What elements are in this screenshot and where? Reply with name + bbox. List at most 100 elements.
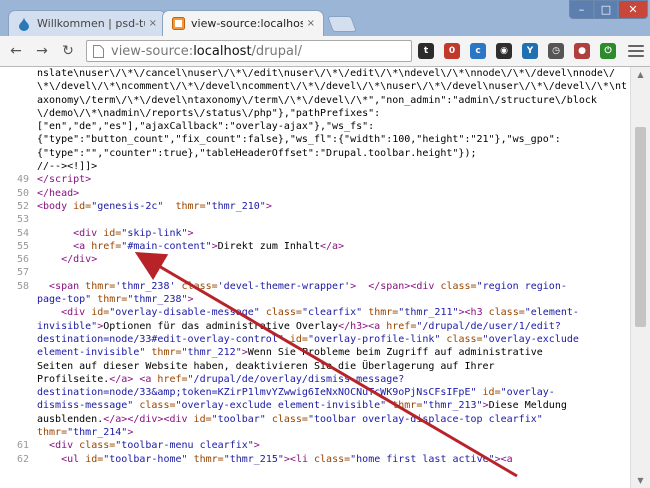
line-code: ["en","de","es"],"ajaxCallback":"overlay… (37, 121, 375, 133)
source-line: \*\/devel\/\*\ncomment\/\*\/devel\ncomme… (0, 80, 630, 93)
line-code: <div id="overlay-disable-message" class=… (61, 307, 579, 319)
source-line: 53 (0, 213, 630, 226)
line-code: <body id="genesis-2c" thmr="thmr_210"> (37, 200, 272, 212)
line-code: element-invisible" thmr="thmr_212">Wenn … (37, 347, 543, 359)
source-view: nslate\nuser\/\*\/cancel\nuser\/\*\/edit… (0, 67, 630, 488)
line-code: </script> (37, 174, 92, 186)
address-bar[interactable]: view-source:localhost/drupal/ ☆ (86, 40, 412, 62)
source-line: element-invisible" thmr="thmr_212">Wenn … (0, 346, 630, 359)
line-number: 50 (16, 187, 29, 199)
maximize-button[interactable]: □ (594, 0, 618, 19)
line-code: destination=node/33#edit-overlay-control… (37, 333, 579, 345)
line-number: 57 (16, 267, 29, 279)
source-line: 62 <ul id="toolbar-home" thmr="thmr_215"… (0, 453, 630, 466)
scroll-up-icon[interactable]: ▲ (635, 69, 646, 80)
line-code: <ul id="toolbar-home" thmr="thmr_215"><l… (61, 453, 513, 465)
scroll-down-icon[interactable]: ▼ (635, 475, 646, 486)
line-code: invisible">Optionen für das administrati… (37, 320, 561, 332)
source-line: <div id="overlay-disable-message" class=… (0, 306, 630, 319)
source-line: 54 <div id="skip-link"> (0, 227, 630, 240)
tab-title: view-source:localhost/drupal/ (191, 17, 303, 30)
close-window-button[interactable]: ✕ (618, 0, 648, 19)
scroll-thumb[interactable] (635, 127, 646, 327)
dot-icon[interactable]: ● (574, 43, 590, 59)
forward-button[interactable]: → (32, 41, 52, 61)
source-line: 58 <span thmr='thmr_238' class='devel-th… (0, 280, 630, 293)
drupal-drop-icon (17, 16, 31, 31)
browser-toolbar: ← → ↻ view-source:localhost/drupal/ ☆ t … (0, 36, 650, 67)
source-line: //--><!]]> (0, 160, 630, 173)
tree-icon[interactable]: Y (522, 43, 538, 59)
source-line: 50 </head> (0, 187, 630, 200)
source-line: ausblenden.</a></div><div id="toolbar" c… (0, 413, 630, 426)
page-icon (91, 44, 105, 58)
line-code: nslate\nuser\/\*\/cancel\nuser\/\*\/edit… (37, 68, 615, 79)
line-code: <div class="toolbar-menu clearfix"> (49, 440, 260, 452)
tab-willkommen[interactable]: Willkommen | psd-tutorials × (8, 10, 166, 36)
source-line: ["en","de","es"],"ajaxCallback":"overlay… (0, 120, 630, 133)
source-line: destination=node/33&amp;token=KZirP1lmvY… (0, 386, 630, 399)
line-code: Seiten auf dieser Website haben, deaktiv… (37, 360, 495, 372)
power-icon[interactable]: ⏻ (600, 43, 616, 59)
back-button[interactable]: ← (6, 41, 26, 61)
url-path: /drupal/ (251, 43, 302, 59)
source-line: axonomy\/term\/\*\/devel\ntaxonomy\/term… (0, 94, 630, 107)
tab-close-icon[interactable]: × (149, 18, 157, 29)
vertical-scrollbar[interactable]: ▲ ▼ (630, 67, 650, 488)
source-line: dismiss-message" class="overlay-exclude … (0, 399, 630, 412)
source-line: 49 </script> (0, 173, 630, 186)
cloud-icon[interactable]: c (470, 43, 486, 59)
line-code: ausblenden.</a></div><div id="toolbar" c… (37, 413, 543, 425)
line-code: axonomy\/term\/\*\/devel\ntaxonomy\/term… (37, 94, 597, 106)
line-code: {"type":"button_count","fix_count":false… (37, 134, 561, 146)
url-host: localhost (193, 43, 252, 59)
line-number: 53 (16, 214, 29, 226)
line-code: {"type":"","counter":true},"tableHeaderO… (37, 147, 477, 159)
line-number: 62 (16, 453, 29, 465)
source-line: Seiten auf dieser Website haben, deaktiv… (0, 360, 630, 373)
line-number: 56 (16, 254, 29, 266)
line-code: //--><!]]> (37, 161, 98, 173)
camera-icon[interactable]: ◉ (496, 43, 512, 59)
line-code: thmr="thmr_214"> (37, 427, 134, 439)
line-code: destination=node/33&amp;token=KZirP1lmvY… (37, 387, 555, 399)
line-code: </div> (61, 254, 98, 266)
source-line: 52 <body id="genesis-2c" thmr="thmr_210"> (0, 200, 630, 213)
line-number: 61 (16, 440, 29, 452)
line-code: <a href="#main-content">Direkt zum Inhal… (73, 240, 345, 252)
line-number: 54 (16, 227, 29, 239)
source-line: Profilseite.</a> <a href="/drupal/de/ove… (0, 373, 630, 386)
clock-icon[interactable]: ◷ (548, 43, 564, 59)
source-line: destination=node/33#edit-overlay-control… (0, 333, 630, 346)
line-code: <span thmr='thmr_238' class='devel-theme… (49, 280, 567, 292)
source-line: 56 </div> (0, 253, 630, 266)
source-line: nslate\nuser\/\*\/cancel\nuser\/\*\/edit… (0, 67, 630, 80)
line-code: Profilseite.</a> <a href="/drupal/de/ove… (37, 373, 405, 385)
tab-close-icon[interactable]: × (307, 18, 315, 29)
source-line: {"type":"button_count","fix_count":false… (0, 133, 630, 146)
line-code: dismiss-message" class="overlay-exclude … (37, 400, 567, 412)
tab-view-source[interactable]: view-source:localhost/drupal/ × (162, 10, 324, 36)
tab-strip: Willkommen | psd-tutorials × view-source… (0, 0, 650, 36)
line-number: 49 (16, 174, 29, 186)
tab-title: Willkommen | psd-tutorials (37, 17, 145, 30)
source-line: 57 (0, 266, 630, 279)
line-number: 52 (16, 200, 29, 212)
source-line: invisible">Optionen für das administrati… (0, 320, 630, 333)
line-code: page-top" thmr="thmr_238"> (37, 294, 194, 306)
reload-button[interactable]: ↻ (58, 41, 78, 61)
mail-counter-icon[interactable]: 0 (444, 43, 460, 59)
source-line: {"type":"","counter":true},"tableHeaderO… (0, 147, 630, 160)
source-line: page-top" thmr="thmr_238"> (0, 293, 630, 306)
twitter-bird-icon[interactable]: t (418, 43, 434, 59)
new-tab-button[interactable] (327, 16, 357, 32)
source-line: \/demo\/\*\nadmin\/reports\/status\/php"… (0, 107, 630, 120)
line-code: \*\/devel\/\*\ncomment\/\*\/devel\ncomme… (37, 81, 628, 93)
source-line: thmr="thmr_214"> (0, 426, 630, 439)
source-line: 61 <div class="toolbar-menu clearfix"> (0, 439, 630, 452)
source-page-icon (171, 17, 185, 31)
chrome-menu-icon[interactable] (628, 43, 644, 59)
line-number: 55 (16, 240, 29, 252)
source-line: 55 <a href="#main-content">Direkt zum In… (0, 240, 630, 253)
minimize-button[interactable]: – (569, 0, 594, 19)
